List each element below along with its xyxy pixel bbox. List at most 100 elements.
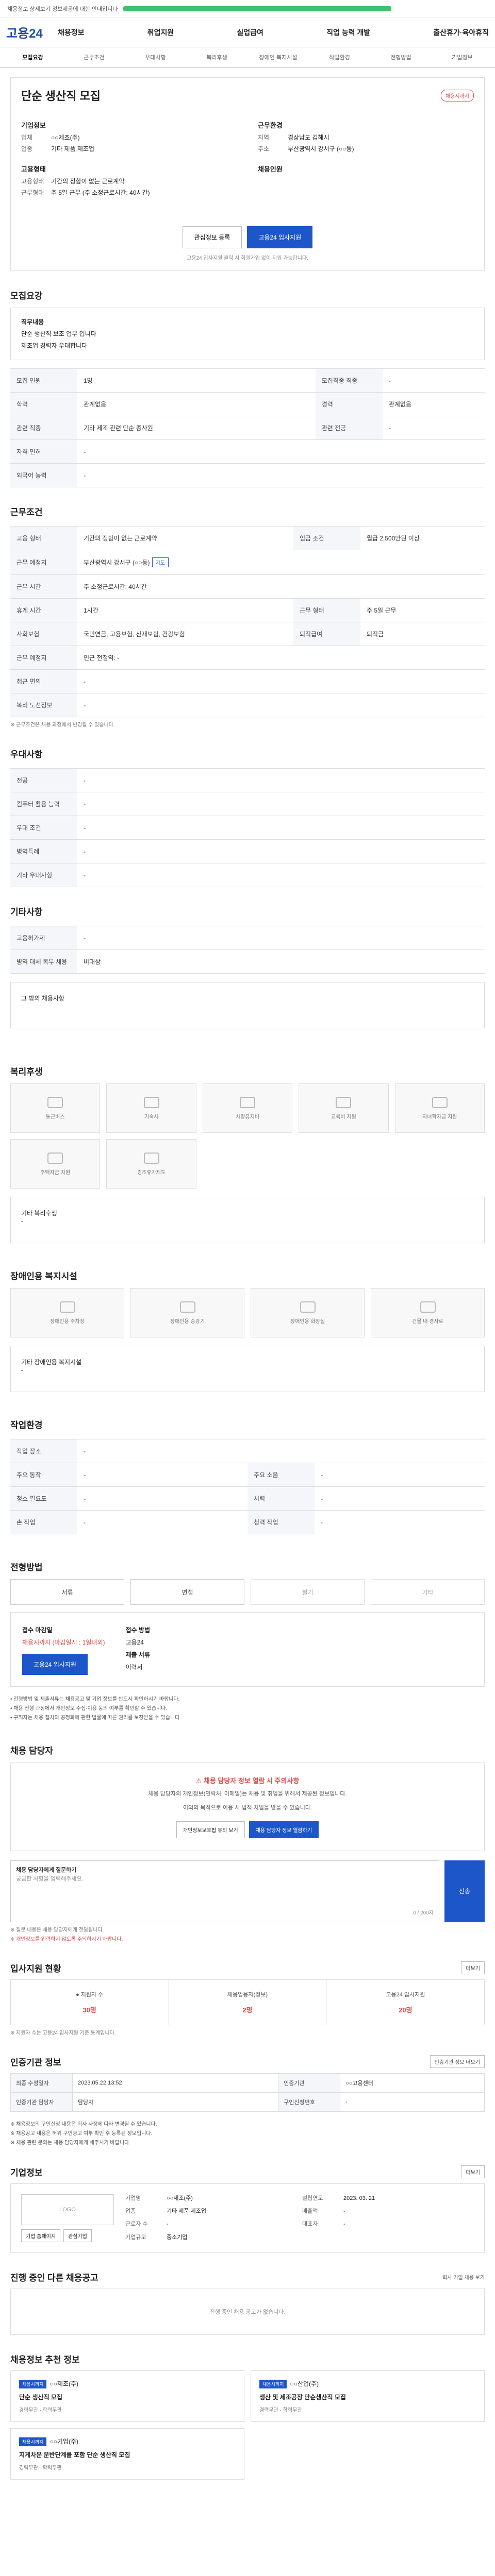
duty-text: 단순 생산직 보조 업무 입니다: [21, 330, 96, 337]
gnb-item-training[interactable]: 직업 능력 개발: [326, 27, 370, 38]
stat-value: 2명: [242, 2006, 253, 2014]
etc-note-box: 그 밖의 채용사항: [10, 982, 485, 1029]
pay-section-label: 채용인원: [258, 165, 283, 173]
row-value: 인근 전철역: -: [77, 646, 485, 670]
corp-key: 기업규모: [125, 2234, 146, 2241]
row-key: 근무 형태: [293, 598, 360, 623]
map-link[interactable]: 지도: [152, 557, 169, 568]
row-value: -: [77, 693, 485, 718]
recommend-card[interactable]: 채용시까지 ○○기업(주) 지게차운 운반단계를 포함 단순 생산직 모집 경력무…: [10, 2428, 244, 2480]
row-key: 전공: [10, 768, 77, 793]
question-input[interactable]: 채용 담당자에게 질문하기 궁금한 사항을 입력해주세요. 0 / 200자: [10, 1860, 439, 1922]
tab-method[interactable]: 전형방법: [370, 53, 432, 61]
other-jobs-title: 진행 중인 다른 채용공고: [10, 2273, 98, 2283]
row-key: 관련 직종: [10, 416, 77, 440]
method-bullets: • 전형방법 및 제출서류는 채용공고 및 기업 정보를 반드시 확인하시기 바…: [10, 1695, 485, 1723]
stat-item: 고용24 입사지원 20명: [327, 1980, 484, 2025]
workplace-section-label: 근무환경: [258, 122, 283, 129]
company-name-value: ○○제조(주): [51, 134, 80, 141]
warning-sub: 채용 담당자의 개인정보(연락처, 이메일)는 채용 및 취업을 위해서 제공된…: [148, 1791, 347, 1798]
top-notice-bar: 채용정보 상세보기 정보제공에 대한 안내입니다: [0, 0, 495, 18]
send-button[interactable]: 전송: [444, 1860, 485, 1922]
method-document: 서류: [10, 1579, 124, 1605]
stat-label: 고용24 입사지원: [386, 1991, 425, 1998]
stats-more-link[interactable]: 더보기: [461, 1961, 485, 1974]
view-contact-button[interactable]: 채용 담당자 정보 열람하기: [249, 1821, 319, 1838]
corp-more-link[interactable]: 더보기: [461, 2165, 485, 2178]
env-table: 작업 장소 - 주요 동작 - 주요 소음 - 청소 필요도 - 시력 - 손 작업 - 청력 작…: [10, 1439, 485, 1535]
corp-key: 매출액: [302, 2208, 318, 2215]
info-note: ※ 채용 관련 문의는 채용 담당자에게 해주시기 바랍니다.: [10, 2140, 131, 2146]
top-notice-text: 채용정보 상세보기 정보제공에 대한 안내입니다: [7, 6, 118, 12]
stat-item: ● 지원자 수 30명: [11, 1979, 169, 2025]
env-title: 작업환경: [10, 1420, 43, 1431]
row-value: 주 소정근로시간: 40시간: [77, 574, 485, 599]
gnb-item-leave[interactable]: 출산휴가·육아휴직: [433, 27, 489, 38]
site-logo[interactable]: 고용24: [6, 23, 58, 41]
row-key: 근무 시간: [10, 574, 77, 599]
row-key: 외국어 능력: [10, 463, 77, 488]
row-key: 병역 대체 복무 채용: [10, 950, 77, 974]
facility-other-label: 기타 장애인용 복지시설: [21, 1359, 82, 1366]
row-value: -: [77, 1439, 485, 1464]
row-value: 기간의 정함이 없는 근로계약: [77, 526, 293, 551]
tab-company[interactable]: 기업정보: [432, 53, 493, 61]
row-key: 우대 조건: [10, 816, 77, 840]
row-key: 퇴직급여: [293, 622, 360, 647]
apply-button[interactable]: 고용24 입사지원: [247, 226, 313, 248]
gnb-item-unemployment[interactable]: 실업급여: [237, 27, 263, 38]
corp-key: 근로자 수: [125, 2221, 148, 2228]
top-green-bar: [123, 6, 391, 11]
employment-type-label: 고용형태: [21, 165, 46, 173]
tab-prefer[interactable]: 우대사항: [125, 53, 186, 61]
info-more-link[interactable]: 인증기관 정보 더보기: [430, 2055, 485, 2068]
tab-welfare[interactable]: 복리후생: [186, 53, 248, 61]
corp-homepage-button[interactable]: 기업 홈페이지: [21, 2229, 60, 2242]
row-value: 기타 제조 관련 단순 종사원: [77, 416, 316, 440]
tab-conditions[interactable]: 근무조건: [63, 53, 125, 61]
house-icon: 주택자금 지원: [10, 1139, 101, 1189]
row-value: 부산광역시 강서구 (○○동) 지도: [77, 550, 485, 575]
row-key: 인증기관: [278, 2073, 341, 2093]
row-value: -: [77, 926, 485, 951]
address-key: 주소: [258, 145, 270, 152]
row-key: 임금 조건: [293, 526, 360, 551]
work-note: ※ 근무조건은 채용 과정에서 변경될 수 있습니다.: [10, 722, 115, 728]
row-key: 사회보험: [10, 622, 77, 647]
gnb-item-jobs[interactable]: 채용정보: [58, 27, 85, 38]
stat-label: ● 지원자 수: [76, 1991, 104, 1998]
icon-label: 장애인용 주차장: [50, 1318, 85, 1325]
recommend-card[interactable]: 채용시까지 ○○산업(주) 생산 및 제조공장 단순생산직 모집 경력무관 · 학…: [251, 2370, 485, 2422]
gnb-item-support[interactable]: 취업지원: [147, 27, 174, 38]
recommend-job-title: 생산 및 제조공장 단순생산직 모집: [259, 2393, 346, 2401]
corp-value: 2023. 03. 21: [343, 2195, 375, 2201]
welfare-other-label: 기타 복리후생: [21, 1210, 57, 1217]
stats-title: 입사지원 현황: [10, 1963, 61, 1974]
row-key: 주요 소음: [248, 1463, 315, 1487]
work-place-value: 부산광역시 강서구 (○○동): [84, 559, 150, 567]
method-title: 전형방법: [10, 1563, 43, 1573]
row-value: 1명: [77, 368, 316, 393]
row-key: 학력: [10, 392, 77, 417]
method-apply-button[interactable]: 고용24 입사지원: [22, 1654, 88, 1675]
tab-environment[interactable]: 작업환경: [309, 53, 370, 61]
privacy-law-button[interactable]: 개인정보보호법 유의 보기: [176, 1821, 245, 1838]
row-value: -: [77, 1510, 248, 1535]
row-value: -: [382, 368, 485, 393]
method-options: 서류 면접 필기 기타: [10, 1579, 485, 1605]
tab-facility[interactable]: 장애인 복지시설: [248, 53, 309, 61]
row-key: 접근 편의: [10, 669, 77, 694]
row-key: 자격 면허: [10, 439, 77, 464]
etc-note-label: 그 밖의 채용사항: [21, 995, 64, 1003]
hours-value: 주 5일 근무 (주 소정근로시간: 40시간): [51, 189, 150, 196]
scrap-button[interactable]: 관심정보 등록: [182, 226, 242, 248]
tab-recruit[interactable]: 모집요강: [2, 53, 63, 61]
other-jobs-link[interactable]: 회사 기업 채용 보기: [442, 2273, 485, 2281]
row-value: -: [77, 768, 485, 793]
corp-key: 업종: [125, 2208, 136, 2215]
char-count: 0 / 200자: [413, 1910, 434, 1916]
bullet-line: • 전형방법 및 제출서류는 채용공고 및 기업 정보를 반드시 확인하시기 바…: [10, 1697, 180, 1703]
recommend-card[interactable]: 채용시까지 ○○제조(주) 단순 생산직 모집 경력무관 · 학력무관: [10, 2370, 244, 2422]
other-jobs-empty: 진행 중인 채용 공고가 없습니다.: [10, 2288, 485, 2335]
corp-favorite-button[interactable]: 관심기업: [63, 2229, 92, 2242]
